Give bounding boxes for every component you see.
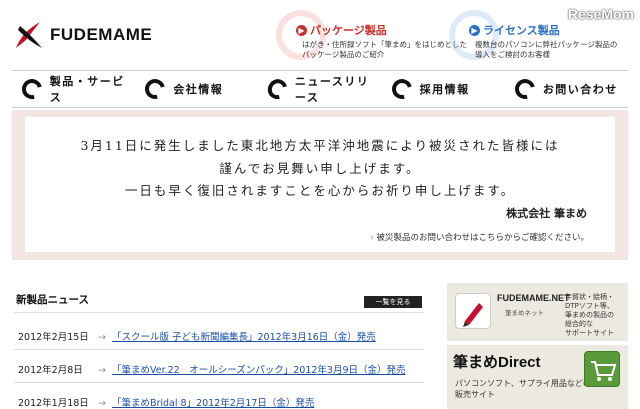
brush-ring-icon bbox=[265, 76, 291, 103]
promo-title[interactable]: ▶ライセンス製品 bbox=[469, 22, 560, 38]
nav-label: 会社情報 bbox=[173, 81, 223, 97]
arrow-right-icon: ▶ bbox=[296, 25, 307, 36]
shopping-cart-icon bbox=[584, 351, 620, 387]
banner-brand: FUDEMAME.NET bbox=[497, 293, 570, 303]
promo-title-text: ライセンス製品 bbox=[483, 24, 560, 37]
banner-brand: 筆まめDirect bbox=[453, 351, 541, 372]
earthquake-notice: 3月11日に発生しました東北地方太平洋沖地震により被災された皆様には 謹んでお見… bbox=[25, 117, 615, 252]
nav-item-news[interactable]: ニュースリリース bbox=[258, 71, 381, 107]
news-title: 「スクール版 子ども新聞編集長」2012年3月16日（金）発売 bbox=[112, 332, 376, 343]
brush-ring-icon bbox=[18, 75, 45, 102]
banner-desc-line: サポートサイト bbox=[565, 329, 614, 338]
promo-desc-line: はがき・住所録ソフト「筆まめ」をはじめとした bbox=[302, 40, 467, 50]
promo-package-products[interactable]: ▶パッケージ製品 はがき・住所録ソフト「筆まめ」をはじめとした パッケージ製品の… bbox=[282, 12, 452, 60]
arrow-right-icon: → bbox=[98, 398, 106, 409]
main-nav: 製品・サービス 会社情報 ニュースリリース 採用情報 お問い合わせ bbox=[12, 70, 628, 108]
news-title-link[interactable]: → 「筆まめBridal 8」2012年2月17日（金）発売 bbox=[98, 395, 314, 409]
banner-description: 年賀状・絵柄・ DTPソフト等、 筆まめの製品の 総合的な サポートサイト bbox=[565, 293, 614, 338]
news-title: 「筆まめBridal 8」2012年2月17日（金）発売 bbox=[112, 398, 314, 409]
promo-title-text: パッケージ製品 bbox=[310, 24, 387, 37]
divider bbox=[14, 349, 424, 350]
promo-desc-line: 導入をご検討のお客様 bbox=[475, 50, 617, 60]
banner-description: パソコンソフト、サプライ用品などの 販売サイト bbox=[455, 378, 591, 400]
promo-desc-line: パッケージ製品のご紹介 bbox=[302, 50, 467, 60]
view-all-label: 一覧を見る bbox=[376, 298, 411, 306]
promo-description: はがき・住所録ソフト「筆まめ」をはじめとした パッケージ製品のご紹介 bbox=[302, 40, 467, 60]
affected-products-link[interactable]: ›被災製品のお問い合わせはこちらからご確認ください。 bbox=[370, 231, 589, 243]
brush-ring-icon bbox=[142, 75, 169, 102]
banner-desc-line: 年賀状・絵柄・ bbox=[565, 293, 614, 302]
notice-signature: 株式会社 筆まめ bbox=[506, 205, 587, 221]
notice-line: 謹んでお見舞い申し上げます。 bbox=[25, 158, 615, 177]
pen-icon bbox=[455, 293, 491, 329]
site-header: FUDEMAME ▶パッケージ製品 はがき・住所録ソフト「筆まめ」をはじめとした… bbox=[0, 0, 640, 66]
logo-text: FUDEMAME bbox=[50, 25, 152, 45]
banner-sub: 筆まめネット bbox=[505, 307, 544, 317]
brush-ring-icon bbox=[388, 75, 415, 102]
nav-label: 採用情報 bbox=[420, 81, 470, 97]
banner-desc-line: DTPソフト等、 bbox=[565, 302, 614, 311]
nav-item-products[interactable]: 製品・サービス bbox=[12, 71, 135, 107]
arrow-right-icon: → bbox=[98, 332, 106, 343]
news-title: 「筆まめVer.22 オールシーズンパック」2012年3月9日（金）発売 bbox=[112, 365, 406, 376]
banner-desc-line: パソコンソフト、サプライ用品などの bbox=[455, 378, 591, 389]
notice-line: 一日も早く復旧されますことを心からお祈り申し上げます。 bbox=[25, 180, 615, 199]
news-title-link[interactable]: → 「スクール版 子ども新聞編集長」2012年3月16日（金）発売 bbox=[98, 329, 376, 343]
fudemame-direct-banner[interactable]: 筆まめDirect パソコンソフト、サプライ用品などの 販売サイト bbox=[447, 345, 628, 409]
news-date: 2012年2月15日 bbox=[18, 329, 89, 343]
promo-desc-line: 複数台のパソコンに弊社パッケージ製品の bbox=[475, 40, 617, 50]
arrow-right-icon: ▶ bbox=[469, 25, 480, 36]
news-heading: 新製品ニュース bbox=[16, 292, 89, 307]
logo-mark-icon bbox=[12, 18, 46, 52]
fudemame-net-banner[interactable]: FUDEMAME.NET 筆まめネット 年賀状・絵柄・ DTPソフト等、 筆まめ… bbox=[447, 283, 628, 341]
divider bbox=[14, 382, 424, 383]
notice-line: 3月11日に発生しました東北地方太平洋沖地震により被災された皆様には bbox=[25, 135, 615, 154]
promo-description: 複数台のパソコンに弊社パッケージ製品の 導入をご検討のお客様 bbox=[475, 40, 617, 60]
nav-label: 製品・サービス bbox=[50, 73, 135, 105]
nav-label: ニュースリリース bbox=[295, 73, 382, 105]
fudemame-logo[interactable]: FUDEMAME bbox=[12, 18, 152, 52]
nav-item-company[interactable]: 会社情報 bbox=[135, 71, 258, 107]
nav-item-contact[interactable]: お問い合わせ bbox=[505, 71, 628, 107]
banner-desc-line: 筆まめの製品の bbox=[565, 311, 614, 320]
promo-title[interactable]: ▶パッケージ製品 bbox=[296, 22, 387, 38]
view-all-button[interactable]: 一覧を見る bbox=[364, 296, 422, 308]
divider bbox=[14, 312, 424, 313]
nav-label: お問い合わせ bbox=[543, 81, 618, 97]
news-date: 2012年2月8日 bbox=[18, 362, 83, 376]
resemom-watermark: ReseMom bbox=[568, 6, 634, 22]
chevron-right-icon: › bbox=[370, 233, 373, 243]
news-title-link[interactable]: → 「筆まめVer.22 オールシーズンパック」2012年3月9日（金）発売 bbox=[98, 362, 406, 376]
brush-ring-icon bbox=[511, 75, 538, 102]
banner-desc-line: 販売サイト bbox=[455, 389, 591, 400]
arrow-right-icon: → bbox=[98, 365, 106, 376]
news-date: 2012年1月18日 bbox=[18, 395, 89, 409]
link-text: 被災製品のお問い合わせはこちらからご確認ください。 bbox=[376, 233, 589, 243]
banner-desc-line: 総合的な bbox=[565, 320, 614, 329]
nav-item-recruit[interactable]: 採用情報 bbox=[382, 71, 505, 107]
